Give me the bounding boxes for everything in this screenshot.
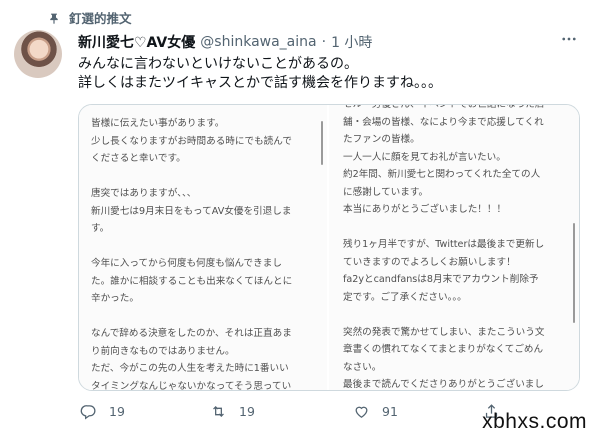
tweet-media: 皆様に伝えたい事があります。 少し長くなりますがお時間ある時にでも読んで くださ… <box>78 104 580 391</box>
tweet-text: みんなに言わないといけないことがあるの。 詳しくはまたツイキャスとかで話す機会を… <box>78 55 578 93</box>
display-name[interactable]: 新川愛七♡AV女優 <box>78 32 195 52</box>
media-image-right[interactable]: セル・労優さん、イベントでお世話になった店 舗・会場の皆様、なにより今まで応援し… <box>329 105 579 390</box>
right-image-text: セル・労優さん、イベントでお世話になった店 舗・会場の皆様、なにより今まで応援し… <box>343 105 545 390</box>
retweet-button[interactable]: 19 <box>210 403 255 420</box>
right-image-scrollbar <box>573 223 575 323</box>
tweet-header: 新川愛七♡AV女優 @shinkawa_aina · 1 小時 <box>78 32 372 52</box>
timestamp[interactable]: 1 小時 <box>331 32 372 52</box>
avatar[interactable] <box>14 30 62 78</box>
more-icon[interactable] <box>559 30 579 50</box>
reply-count: 19 <box>109 404 125 419</box>
reply-icon <box>80 405 96 420</box>
tweet-text-line-2: 詳しくはまたツイキャスとかで話す機会を作りますね。。。 <box>78 75 442 91</box>
user-handle[interactable]: @shinkawa_aina <box>200 34 316 50</box>
like-button[interactable]: 91 <box>353 403 398 420</box>
watermark-text: xbhxs.com <box>482 410 587 433</box>
retweet-count: 19 <box>239 404 255 419</box>
reply-button[interactable]: 19 <box>80 403 125 420</box>
media-image-left[interactable]: 皆様に伝えたい事があります。 少し長くなりますがお時間ある時にでも読んで くださ… <box>79 105 329 390</box>
heart-icon <box>355 406 368 418</box>
pinned-label-text: 釘選的推文 <box>69 11 132 26</box>
like-count: 91 <box>382 404 398 419</box>
retweet-icon <box>213 405 224 418</box>
pinned-tweet-label: 釘選的推文 <box>47 8 132 27</box>
separator-dot: · <box>321 34 327 50</box>
tweet-text-line-1: みんなに言わないといけないことがあるの。 <box>78 56 358 72</box>
pin-icon <box>47 11 61 25</box>
left-image-scrollbar <box>321 121 323 165</box>
left-image-text: 皆様に伝えたい事があります。 少し長くなりますがお時間ある時にでも読んで くださ… <box>91 118 293 390</box>
